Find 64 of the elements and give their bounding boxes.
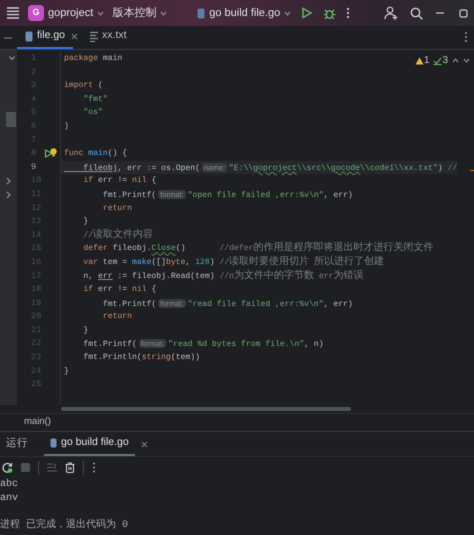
editor-tab[interactable]: xx.txt	[82, 25, 135, 49]
code-line: n, err := fileobj.Read(tem) //n为文件中的字节数 err为错误	[82, 270, 364, 284]
code-line: )	[63, 120, 69, 133]
maximize-icon[interactable]	[459, 8, 468, 18]
run-config-selector[interactable]: go build file.go	[197, 4, 292, 22]
code-line: "os"	[82, 107, 103, 120]
chevron-up-icon[interactable]	[452, 58, 459, 63]
caret-icon	[97, 10, 104, 16]
rerun-icon[interactable]	[2, 462, 13, 473]
warning-count: 1	[424, 54, 430, 68]
inspection-widget[interactable]: 1 3	[414, 53, 470, 68]
line-number: 9	[31, 160, 36, 174]
vcs-menu[interactable]: 版本控制	[112, 4, 168, 22]
run-icon[interactable]	[301, 7, 314, 19]
go-file-icon	[197, 8, 206, 18]
code-line: }	[82, 324, 88, 337]
output-line: abc	[0, 478, 20, 492]
code-line: }	[63, 366, 69, 378]
code-line: var tem = make([]byte, 128) //读取时要使用切片 所以进行了创建	[82, 256, 384, 270]
scroll-thumb[interactable]	[6, 112, 16, 127]
more-icon[interactable]	[464, 31, 468, 43]
menu-icon[interactable]	[6, 7, 20, 19]
code-line: //读取文件内容	[82, 228, 154, 242]
debug-icon[interactable]	[323, 6, 336, 20]
chevron-down-icon[interactable]	[463, 58, 470, 63]
breadcrumb[interactable]: main()	[24, 415, 51, 430]
code-line: }	[82, 216, 88, 228]
exit-message: 进程 已完成，退出代码为 0	[0, 519, 130, 533]
code-line: return	[102, 202, 132, 215]
lightbulb-icon[interactable]	[50, 148, 57, 158]
code-line: package main	[63, 53, 122, 65]
trash-icon[interactable]	[65, 462, 75, 473]
code-line: fmt.Println(string(tem))	[82, 352, 200, 364]
run-tab[interactable]: go build file.go	[44, 432, 135, 456]
more-icon[interactable]	[92, 462, 96, 473]
code-line: if err != nil {	[82, 175, 156, 188]
search-icon[interactable]	[410, 6, 423, 20]
code-line: "fmt"	[82, 94, 108, 106]
fold-icon[interactable]	[9, 56, 15, 60]
close-icon[interactable]	[140, 440, 148, 448]
editor-tab[interactable]: file.go	[17, 25, 74, 49]
project-selector[interactable]: G goproject	[28, 4, 104, 22]
text-file-icon	[90, 30, 98, 42]
scroll-marker	[470, 170, 474, 171]
code-line: return	[102, 311, 132, 324]
close-icon[interactable]	[71, 33, 78, 40]
code-line: func main() {	[63, 148, 128, 160]
add-user-icon[interactable]	[384, 6, 398, 20]
go-file-icon	[25, 30, 33, 42]
run-icon[interactable]	[44, 149, 53, 158]
code-line: defer fileobj.Close() //defer的作用是程序即将退出时才进行关闭文件	[82, 242, 434, 256]
passed-count: 3	[442, 54, 448, 68]
check-icon	[433, 56, 442, 64]
caret-icon	[160, 10, 168, 16]
code-line: if err != nil {	[82, 284, 156, 296]
output-line: anv	[0, 492, 20, 506]
caret-icon	[284, 10, 292, 16]
code-line: import (	[63, 80, 103, 92]
panel-title: 运行	[6, 436, 28, 452]
go-file-icon	[50, 438, 57, 448]
horizontal-scrollbar[interactable]	[61, 407, 351, 411]
align-icon[interactable]	[47, 463, 57, 472]
more-icon[interactable]	[346, 7, 350, 19]
warning-icon	[414, 56, 424, 64]
